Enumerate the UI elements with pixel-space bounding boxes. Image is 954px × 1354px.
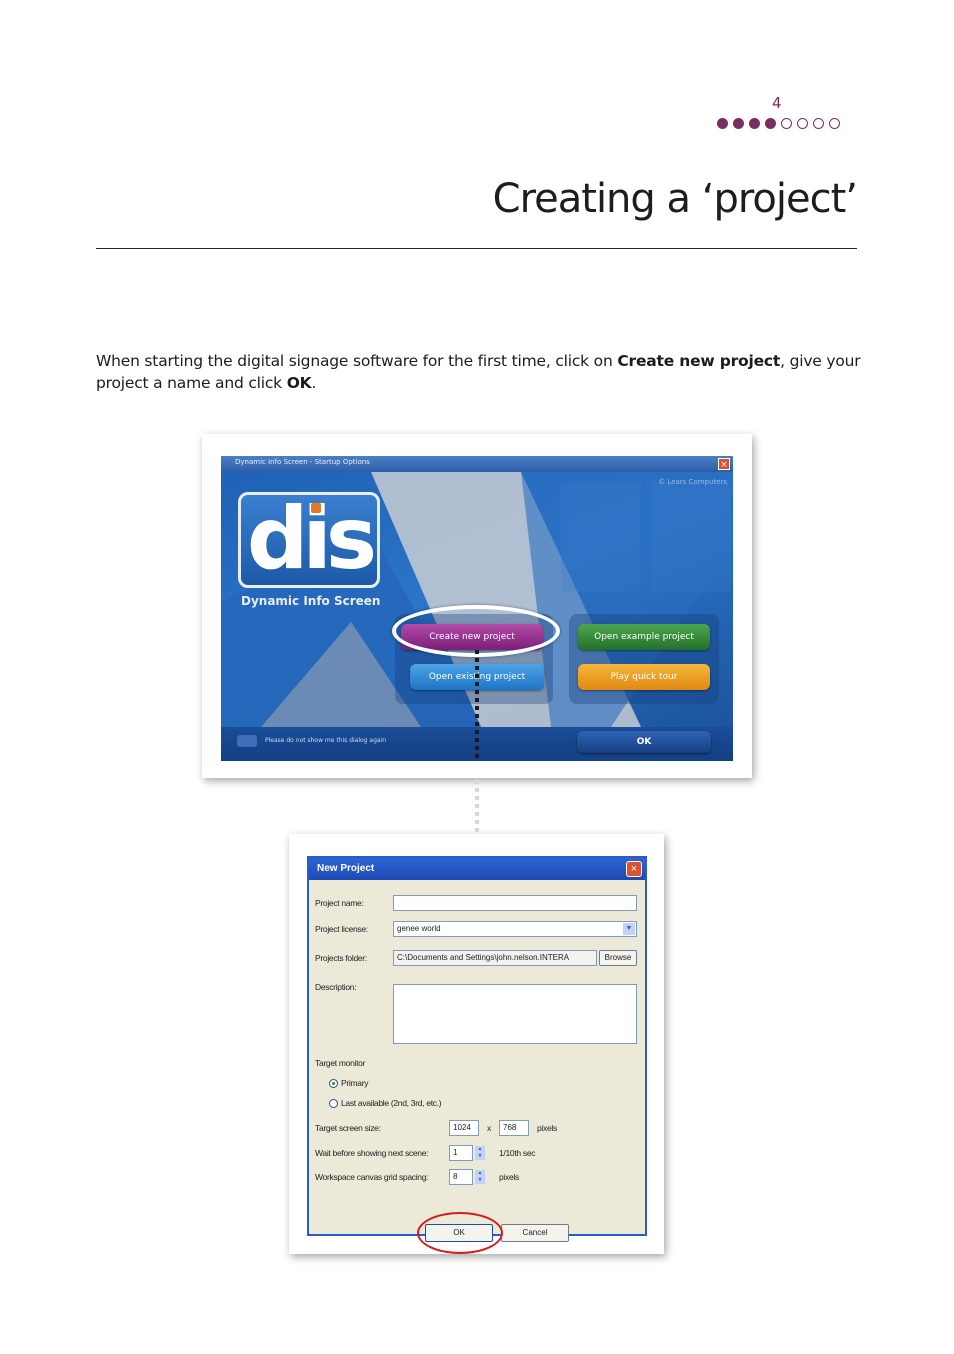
new-project-titlebar: New Project × [309, 858, 645, 880]
description-label: Description: [315, 982, 357, 992]
play-quick-tour-button[interactable]: Play quick tour [578, 664, 710, 690]
intro-text-3: . [311, 374, 317, 392]
progress-dot-filled [749, 118, 760, 129]
browse-button[interactable]: Browse [599, 950, 637, 966]
last-available-radio[interactable] [329, 1099, 338, 1108]
tenth-sec-label: 1/10th sec [499, 1148, 536, 1158]
startup-titlebar: Dynamic Info Screen - Startup Options × [221, 456, 733, 472]
times-label: x [487, 1123, 491, 1133]
progress-dot-filled [717, 118, 728, 129]
progress-dot-empty [781, 118, 792, 129]
progress-dot-empty [797, 118, 808, 129]
page-number: 4 [772, 94, 782, 112]
ok-button-highlight-ring [417, 1212, 503, 1254]
dis-logo: dis [238, 489, 380, 589]
target-monitor-label: Target monitor [315, 1058, 366, 1068]
intro-text-1: When starting the digital signage softwa… [96, 352, 618, 370]
screen-width-input[interactable]: 1024 [449, 1120, 479, 1136]
projects-folder-input[interactable]: C:\Documents and Settings\john.nelson.IN… [393, 950, 597, 966]
progress-dots [717, 118, 840, 129]
new-project-dialog: New Project × Project name: Project lice… [307, 856, 647, 1254]
connector-line-lower [475, 780, 479, 834]
project-license-value: genee world [397, 924, 441, 933]
last-available-label: Last available (2nd, 3rd, etc.) [341, 1098, 442, 1108]
grid-stepper-icon[interactable]: ▲ ▼ [475, 1170, 485, 1184]
description-textarea[interactable] [393, 984, 637, 1044]
intro-paragraph: When starting the digital signage softwa… [96, 350, 866, 394]
dont-show-checkbox[interactable] [237, 735, 257, 747]
progress-dot-empty [829, 118, 840, 129]
screen-height-input[interactable]: 768 [499, 1120, 529, 1136]
project-name-label: Project name: [315, 898, 364, 908]
intro-bold-create: Create new project [617, 352, 781, 370]
progress-dot-empty [813, 118, 824, 129]
grid-input[interactable]: 8 [449, 1169, 473, 1185]
primary-radio[interactable] [329, 1079, 338, 1088]
connector-line [475, 650, 479, 760]
chevron-down-icon[interactable]: ▼ [623, 923, 635, 935]
startup-window-title: Dynamic Info Screen - Startup Options [235, 458, 370, 466]
project-license-label: Project license: [315, 924, 368, 934]
logo-text: dis [246, 489, 377, 589]
intro-bold-ok: OK [286, 374, 312, 392]
open-example-project-button[interactable]: Open example project [578, 624, 710, 650]
target-screen-size-label: Target screen size: [315, 1123, 381, 1133]
pixels-label-2: pixels [499, 1172, 519, 1182]
page-title: Creating a ‘project’ [492, 176, 858, 222]
grid-spacing-label: Workspace canvas grid spacing: [315, 1172, 429, 1182]
primary-label: Primary [341, 1078, 369, 1088]
title-divider [96, 248, 857, 249]
logo-caption: Dynamic Info Screen [241, 594, 381, 608]
new-project-window-title: New Project [317, 863, 375, 874]
close-icon[interactable]: × [626, 861, 642, 877]
corner-copyright: © Lears Computers [658, 478, 727, 486]
project-name-input[interactable] [393, 895, 637, 911]
project-license-select[interactable]: genee world ▼ [393, 921, 637, 937]
projects-folder-label: Projects folder: [315, 953, 367, 963]
progress-dot-filled [733, 118, 744, 129]
new-project-screenshot-frame: New Project × Project name: Project lice… [289, 834, 664, 1254]
wait-input[interactable]: 1 [449, 1145, 473, 1161]
progress-dot-filled [765, 118, 776, 129]
wait-stepper-icon[interactable]: ▲ ▼ [475, 1146, 485, 1160]
close-icon[interactable]: × [718, 458, 730, 470]
logo-accent-icon [311, 503, 321, 513]
dont-show-label: Please do not show me this dialog again [265, 737, 387, 744]
cancel-button[interactable]: Cancel [501, 1224, 569, 1242]
pixels-label: pixels [537, 1123, 557, 1133]
startup-ok-button[interactable]: OK [577, 731, 711, 753]
wait-before-label: Wait before showing next scene: [315, 1148, 429, 1158]
